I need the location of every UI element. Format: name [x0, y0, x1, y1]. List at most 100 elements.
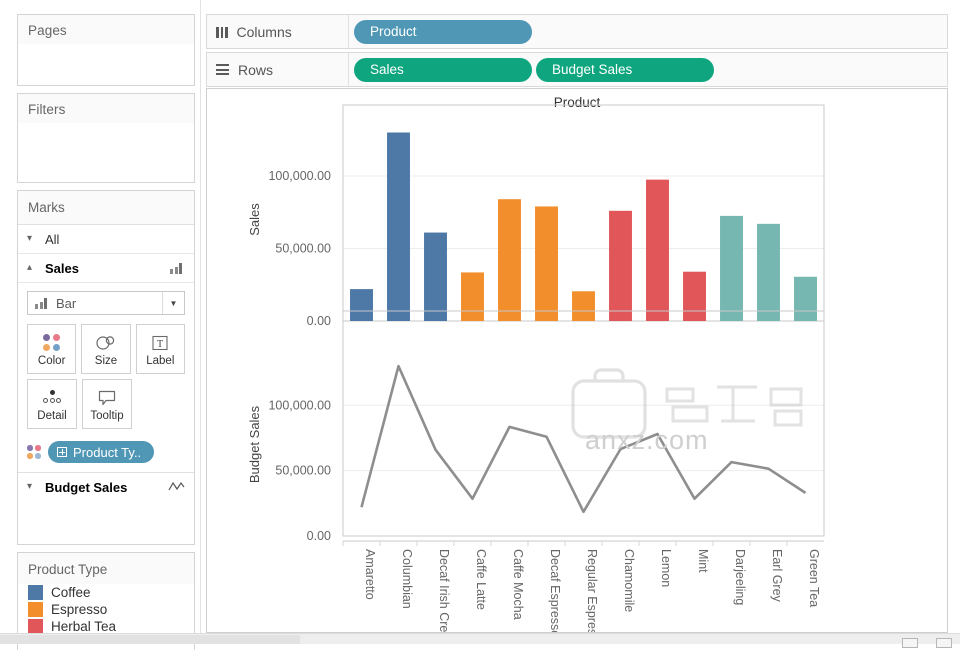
marks-row-sales[interactable]: ▴ Sales [18, 254, 194, 283]
bar[interactable] [720, 215, 743, 321]
color-button[interactable]: Color [27, 324, 77, 374]
bar[interactable] [646, 179, 669, 321]
label-T-icon: T [151, 331, 169, 355]
detail-dots-icon [42, 386, 62, 410]
marks-row-all-label: All [45, 231, 60, 247]
bar[interactable] [350, 289, 373, 321]
size-button[interactable]: Size [81, 324, 131, 374]
bar[interactable] [461, 272, 484, 321]
tableau-worksheet: Pages Filters Marks ▾ All ▴ Sales Bar ▼ … [0, 0, 960, 650]
status-icon-1[interactable] [902, 638, 918, 648]
bar[interactable] [535, 206, 558, 321]
panel-divider [200, 0, 201, 633]
tooltip-button[interactable]: Tooltip [82, 379, 132, 429]
y-tick-label: 100,000.00 [268, 169, 331, 183]
chevron-down-icon[interactable]: ▾ [27, 234, 40, 244]
x-tick-label[interactable]: Decaf Irish Cream [437, 549, 451, 633]
bar[interactable] [387, 132, 410, 322]
label-button[interactable]: T Label [135, 324, 185, 374]
pages-card[interactable]: Pages [17, 14, 195, 86]
detail-button-label: Detail [37, 409, 67, 422]
legend-item-espresso[interactable]: Espresso [18, 601, 194, 618]
bar[interactable] [498, 199, 521, 321]
svg-text:T: T [157, 339, 163, 350]
y-tick-label: 50,000.00 [275, 464, 331, 478]
visualization-pane[interactable]: Product 0.00 50,000.00 100,000.00 Sales 0.00… [206, 88, 948, 633]
mark-buttons: Color Size T Label Detail Tooltip [18, 321, 194, 429]
legend-item-label: Herbal Tea [51, 619, 117, 634]
filters-title: Filters [18, 94, 194, 123]
marks-title: Marks [18, 191, 194, 225]
color-dots-icon [27, 445, 41, 459]
y-tick-label: 0.00 [307, 314, 331, 328]
x-tick-label[interactable]: Lemon [659, 549, 673, 587]
columns-icon [216, 26, 228, 38]
x-tick-label[interactable]: Mint [696, 549, 710, 573]
product-type-pill[interactable]: Product Ty.. [48, 441, 155, 463]
x-tick-label[interactable]: Regular Espresso [585, 549, 599, 633]
mark-type-wrap: Bar ▼ [18, 283, 194, 321]
rows-shelf-pills: Sales Budget Sales [349, 57, 714, 82]
pill-sales[interactable]: Sales [354, 57, 532, 82]
x-tick-label[interactable]: Darjeeling [733, 549, 747, 605]
pill-sales-label: Sales [370, 62, 404, 77]
plus-square-icon [57, 447, 67, 457]
columns-shelf[interactable]: Columns Product [206, 14, 948, 49]
mark-buttons-row-2: Detail Tooltip [27, 379, 185, 429]
chevron-down-icon[interactable]: ▾ [27, 482, 40, 492]
x-tick-label[interactable]: Green Tea [807, 549, 821, 607]
size-circles-icon [95, 331, 117, 355]
color-button-label: Color [37, 354, 66, 367]
rows-shelf[interactable]: Rows Sales Budget Sales [206, 52, 948, 87]
marks-row-budget-sales-label: Budget Sales [45, 479, 128, 495]
bar[interactable] [757, 223, 780, 321]
x-tick-label[interactable]: Caffe Latte [474, 549, 488, 610]
x-tick-label[interactable]: Columbian [400, 549, 414, 609]
pill-budget-sales[interactable]: Budget Sales [536, 57, 714, 82]
chart-svg[interactable]: 0.00 50,000.00 100,000.00 Sales 0.00 50,000.0… [207, 89, 948, 633]
legend-swatch [28, 602, 43, 617]
bar[interactable] [424, 232, 447, 321]
pill-product[interactable]: Product [354, 19, 532, 44]
scrollbar-thumb[interactable] [0, 635, 300, 644]
plot-border-line [342, 310, 825, 537]
x-tick-label[interactable]: Caffe Mocha [511, 549, 525, 620]
legend-item-label: Coffee [51, 585, 91, 600]
size-button-label: Size [94, 354, 118, 367]
rows-shelf-label: Rows [238, 61, 274, 78]
y-tick-label: 50,000.00 [275, 242, 331, 256]
y-axis-title-budget-sales: Budget Sales [247, 405, 262, 483]
bar[interactable] [794, 276, 817, 321]
detail-button[interactable]: Detail [27, 379, 77, 429]
left-panel: Pages Filters Marks ▾ All ▴ Sales Bar ▼ … [0, 0, 200, 650]
chevron-up-icon[interactable]: ▴ [27, 263, 40, 273]
watermark-text: anxz.com [585, 425, 709, 455]
bottom-status-icons [902, 638, 952, 648]
horizontal-scrollbar[interactable] [0, 633, 960, 644]
y-axis-title-sales: Sales [247, 203, 262, 236]
legend-item-coffee[interactable]: Coffee [18, 584, 194, 601]
legend-swatch [28, 585, 43, 600]
mark-type-dropdown[interactable]: Bar ▼ [27, 291, 185, 315]
y-tick-label: 100,000.00 [268, 398, 331, 412]
status-icon-2[interactable] [936, 638, 952, 648]
marks-row-all[interactable]: ▾ All [18, 225, 194, 254]
label-button-label: Label [146, 354, 175, 367]
chevron-down-icon[interactable]: ▼ [162, 292, 184, 314]
bar[interactable] [609, 210, 632, 321]
mark-type-value: Bar [56, 295, 77, 311]
filters-card[interactable]: Filters [17, 93, 195, 183]
x-tick-label[interactable]: Decaf Espresso [548, 549, 562, 633]
pill-product-label: Product [370, 24, 417, 39]
x-tick-label[interactable]: Chamomile [622, 549, 636, 612]
legend-title: Product Type [18, 553, 194, 584]
bar[interactable] [572, 291, 595, 321]
bar[interactable] [683, 271, 706, 321]
marks-row-budget-sales[interactable]: ▾ Budget Sales [18, 472, 194, 501]
bar-icon [35, 297, 50, 309]
line-series-budget-sales[interactable] [360, 364, 807, 514]
x-tick-label[interactable]: Earl Grey [770, 549, 784, 603]
product-type-pill-label: Product Ty.. [73, 444, 142, 460]
pill-budget-sales-label: Budget Sales [552, 62, 633, 77]
x-tick-label[interactable]: Amaretto [363, 549, 377, 600]
